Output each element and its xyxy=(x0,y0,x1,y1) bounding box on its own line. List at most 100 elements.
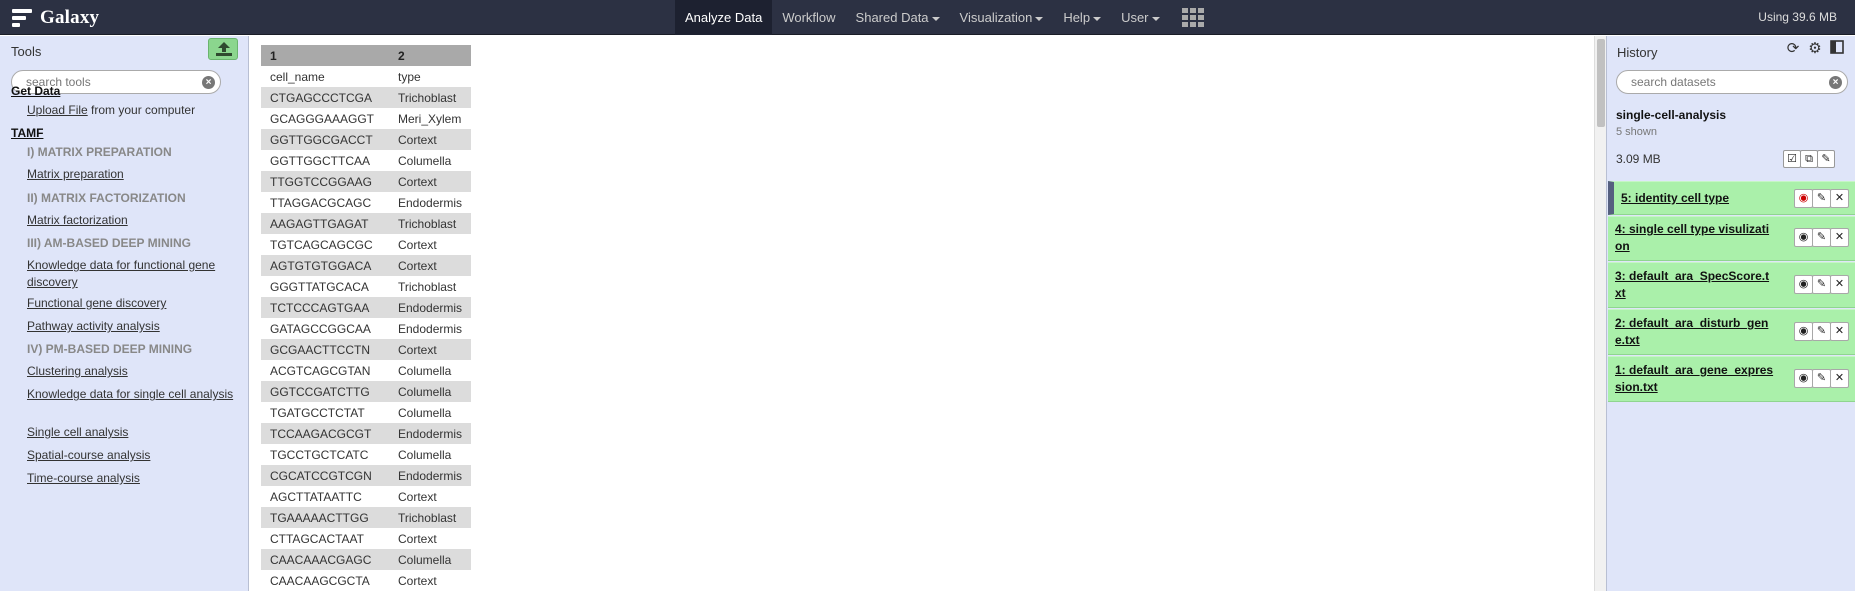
delete-icon[interactable]: ✕ xyxy=(1830,275,1849,294)
eye-icon[interactable]: ◉ xyxy=(1794,228,1813,247)
dataset-item[interactable]: 4: single cell type visulization ◉ ✎ ✕ xyxy=(1608,216,1855,261)
tool-matrix-preparation: Matrix preparation xyxy=(27,167,124,181)
annotation-icon[interactable]: ✎ xyxy=(1817,150,1835,168)
cell-name: TGAAAAACTTGG xyxy=(261,507,389,528)
dataset-item[interactable]: 2: default_ara_disturb_gene.txt ◉ ✎ ✕ xyxy=(1608,309,1855,355)
table-row: GATAGCCGGCAA Endodermis xyxy=(261,318,471,339)
nav-shared-data[interactable]: Shared Data xyxy=(846,0,950,35)
dataset-title[interactable]: 4: single cell type visulization xyxy=(1615,221,1775,255)
dataset-title[interactable]: 5: identity cell type xyxy=(1621,190,1781,207)
nav-workflow[interactable]: Workflow xyxy=(772,0,845,35)
dataset-item[interactable]: 3: default_ara_SpecScore.txt ◉ ✎ ✕ xyxy=(1608,262,1855,308)
label-am-based-deep-mining: III) AM-BASED DEEP MINING xyxy=(27,236,192,250)
delete-icon[interactable]: ✕ xyxy=(1830,228,1849,247)
table-row: AAGAGTTGAGAT Trichoblast xyxy=(261,213,472,234)
main-nav: Analyze Data Workflow Shared Data Visual… xyxy=(675,0,1216,35)
table-row: TGCCTGCTCATC Columella xyxy=(261,444,471,465)
eye-icon[interactable]: ◉ xyxy=(1794,275,1813,294)
column-header: 2 xyxy=(389,45,472,66)
cell-name: TGATGCCTCTAT xyxy=(270,405,365,420)
table-row: GCAGGGAAAGGT Meri_Xylem xyxy=(261,108,471,129)
delete-icon[interactable]: ✕ xyxy=(1830,322,1849,341)
history-search-input[interactable] xyxy=(1631,75,1815,89)
cell-type: Cortext xyxy=(389,171,472,192)
scrollbar-thumb[interactable] xyxy=(1597,39,1605,127)
eye-icon[interactable]: ◉ xyxy=(1794,322,1813,341)
table-row: CAACAAGCGCTA Cortext xyxy=(261,570,471,591)
tool-panel-header: Tools xyxy=(0,36,248,64)
cell-type: Endodermis xyxy=(389,297,472,318)
cell-type: Cortext xyxy=(398,489,437,504)
cell-name: GCAGGGAAAGGT xyxy=(270,111,375,126)
pencil-icon[interactable]: ✎ xyxy=(1812,369,1831,388)
section-tamf[interactable]: TAMF xyxy=(11,126,43,140)
tool-panel: Tools × Get Data Upload File from your c… xyxy=(0,36,249,591)
delete-icon[interactable]: ✕ xyxy=(1830,189,1849,208)
upload-button[interactable] xyxy=(208,38,238,60)
pencil-icon[interactable]: ✎ xyxy=(1812,228,1831,247)
quota-meter[interactable]: Using 39.6 MB xyxy=(1758,0,1837,35)
table-row: TGATGCCTCTAT Columella xyxy=(261,402,471,423)
cell-type: Columella xyxy=(398,405,452,420)
history-title: History xyxy=(1617,45,1658,60)
upload-file-suffix: from your computer xyxy=(87,103,196,117)
dataset-title[interactable]: 3: default_ara_SpecScore.txt xyxy=(1615,268,1775,302)
table-row: CTTAGCACTAAT Cortext xyxy=(261,528,471,549)
table-row: GGGTTATGCACA Trichoblast xyxy=(261,276,471,297)
cell-type: Columella xyxy=(398,447,452,462)
cell-name: TGTCAGCAGCGC xyxy=(270,237,373,252)
cell-name: TCTCCCAGTGAA xyxy=(261,297,389,318)
cell-type: Trichoblast xyxy=(389,213,472,234)
pencil-icon[interactable]: ✎ xyxy=(1812,322,1831,341)
scratchbook-grid-icon[interactable] xyxy=(1170,0,1216,35)
tool-functional-gene-discovery: Functional gene discovery xyxy=(27,296,167,310)
galaxy-logo-icon xyxy=(12,7,34,29)
cell-name: TTAGGACGCAGC xyxy=(270,195,372,210)
tool-spatial-course: Spatial-course analysis xyxy=(27,448,151,462)
table-row: TTGGTCCGGAAG Cortext xyxy=(261,171,472,192)
columns-icon[interactable] xyxy=(1828,40,1846,58)
cell-type: Endodermis xyxy=(389,465,472,486)
upload-file-link[interactable]: Upload File xyxy=(27,103,88,117)
cell-name: ACGTCAGCGTAN xyxy=(270,363,371,378)
cell-type: Cortext xyxy=(389,255,472,276)
cell-type: Meri_Xylem xyxy=(398,111,462,126)
nav-help[interactable]: Help xyxy=(1053,0,1111,35)
nav-visualization[interactable]: Visualization xyxy=(950,0,1054,35)
center-scrollbar[interactable] xyxy=(1594,36,1606,591)
label-matrix-preparation: I) MATRIX PREPARATION xyxy=(27,145,172,159)
dataset-item[interactable]: 1: default_ara_gene_expression.txt ◉ ✎ ✕ xyxy=(1608,356,1855,402)
cell-name: AAGAGTTGAGAT xyxy=(261,213,389,234)
brand-name: Galaxy xyxy=(40,7,100,28)
select-all-icon[interactable]: ☑ xyxy=(1783,150,1801,168)
caret-down-icon xyxy=(1093,16,1102,21)
tags-icon[interactable]: ⧉ xyxy=(1800,150,1818,168)
cell-type: Columella xyxy=(398,153,452,168)
dataset-item[interactable]: 5: identity cell type ◉ ✎ ✕ xyxy=(1608,181,1855,215)
delete-icon[interactable]: ✕ xyxy=(1830,369,1849,388)
tool-time-course: Time-course analysis xyxy=(27,471,140,485)
nav-user[interactable]: User xyxy=(1111,0,1169,35)
eye-icon[interactable]: ◉ xyxy=(1794,369,1813,388)
cell-name: CTGAGCCCTCGA xyxy=(261,87,389,108)
dataset-title[interactable]: 1: default_ara_gene_expression.txt xyxy=(1615,362,1775,396)
cell-name: CAACAAGCGCTA xyxy=(270,573,370,588)
clear-search-icon[interactable]: × xyxy=(202,76,215,89)
gear-icon[interactable]: ⚙ xyxy=(1806,40,1824,58)
history-name[interactable]: single-cell-analysis xyxy=(1616,108,1726,122)
eye-icon[interactable]: ◉ xyxy=(1794,189,1813,208)
section-get-data[interactable]: Get Data xyxy=(11,84,60,98)
cell-name: GATAGCCGGCAA xyxy=(270,321,371,336)
brand[interactable]: Galaxy xyxy=(12,6,99,30)
pencil-icon[interactable]: ✎ xyxy=(1812,189,1831,208)
table-row: GGTTGGCGACCT Cortext xyxy=(261,129,472,150)
pencil-icon[interactable]: ✎ xyxy=(1812,275,1831,294)
refresh-icon[interactable]: ⟳ xyxy=(1784,40,1802,58)
dataset-actions: ◉ ✎ ✕ xyxy=(1794,275,1849,294)
nav-analyze-data[interactable]: Analyze Data xyxy=(675,0,773,35)
cell-name: GCGAACTTCCTN xyxy=(261,339,389,360)
caret-down-icon xyxy=(1151,16,1160,21)
clear-search-icon[interactable]: × xyxy=(1829,76,1842,89)
dataset-title[interactable]: 2: default_ara_disturb_gene.txt xyxy=(1615,315,1775,349)
table-row: AGTGTGTGGACA Cortext xyxy=(261,255,472,276)
